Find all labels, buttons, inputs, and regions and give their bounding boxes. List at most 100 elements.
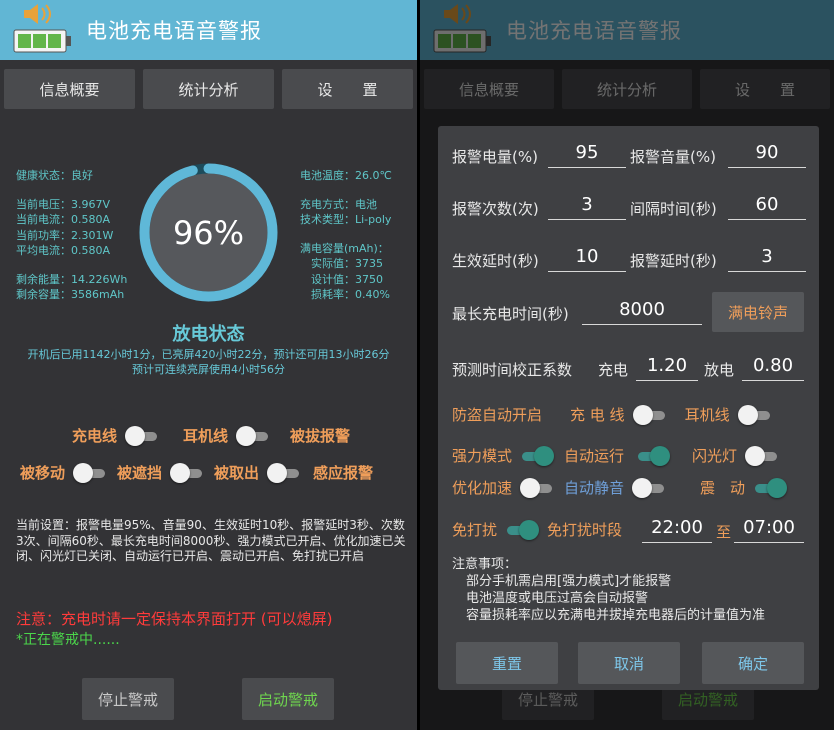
cable-toggle[interactable] xyxy=(632,404,667,425)
count-label: 报警次数(次) xyxy=(452,200,539,218)
discharge-coef-field[interactable]: 0.80 xyxy=(742,353,804,381)
flash-toggle[interactable] xyxy=(745,445,779,466)
reset-button[interactable]: 重置 xyxy=(456,642,558,684)
dnd-to-label: 至 xyxy=(716,523,732,541)
notes-title: 注意事项： xyxy=(452,557,518,572)
dnd-label: 免打扰 xyxy=(452,521,498,539)
sensor-alarm-label: 感应报警 xyxy=(313,464,374,482)
settings-screen: 电池充电语音警报 信息概要 统计分析 设 置 停止警戒 启动警戒 报警电量(%)… xyxy=(420,0,834,730)
battery-speaker-logo-icon xyxy=(13,4,71,53)
note-1: 部分手机需启用[强力模式]才能报警 xyxy=(466,574,672,589)
capacity-row: 剩余容量：3586mAh xyxy=(16,288,125,301)
start-guard-button[interactable]: 启动警戒 xyxy=(242,678,334,720)
health-row: 健康状态：良好 xyxy=(16,169,93,182)
full-ringtone-button[interactable]: 满电铃声 xyxy=(712,292,804,332)
temperature: 电池温度：26.0℃ xyxy=(300,169,392,182)
effect-delay-field[interactable]: 10 xyxy=(548,244,626,272)
cancel-button[interactable]: 取消 xyxy=(578,642,680,684)
dnd-end-field[interactable]: 07:00 xyxy=(734,515,804,543)
tab-statistics[interactable]: 统计分析 xyxy=(143,69,274,109)
volume-label: 报警音量(%) xyxy=(630,148,716,166)
switch-row-1: 充电线 耳机线 被拔报警 xyxy=(72,425,350,446)
actual-capacity: 实际值：3735 xyxy=(311,257,383,270)
vibrate-label: 震 动 xyxy=(700,479,746,497)
covered-toggle[interactable] xyxy=(170,462,204,483)
power-mode-label: 强力模式 xyxy=(452,447,513,465)
covered-label: 被遮挡 xyxy=(117,464,163,482)
app-title: 电池充电语音警报 xyxy=(86,19,262,43)
taken-toggle[interactable] xyxy=(267,462,301,483)
alerting-status: *正在警戒中...... xyxy=(16,632,120,648)
auto-mute-toggle[interactable] xyxy=(632,477,666,498)
stop-guard-button[interactable]: 停止警戒 xyxy=(82,678,174,720)
optimize-label: 优化加速 xyxy=(452,479,513,497)
ok-button[interactable]: 确定 xyxy=(702,642,804,684)
dnd-period-label: 免打扰时段 xyxy=(547,521,623,539)
anti-theft-label: 防盗自动开启 xyxy=(452,406,543,424)
usage-line-2: 预计可连续亮屏使用4小时56分 xyxy=(132,363,285,376)
power-row: 当前功率：2.301W xyxy=(16,228,114,242)
effect-delay-label: 生效延时(秒) xyxy=(452,252,539,270)
notes: 注意事项： 部分手机需启用[强力模式]才能报警 电池温度或电压过高会自动报警 容… xyxy=(452,556,765,624)
headphone-label: 耳机线 xyxy=(684,406,730,424)
optimize-toggle[interactable] xyxy=(520,477,554,498)
voltage-row: 当前电压：3.967V xyxy=(16,197,111,211)
interval-field[interactable]: 60 xyxy=(728,192,806,220)
alarm-delay-label: 报警延时(秒) xyxy=(630,252,717,270)
taken-label: 被取出 xyxy=(214,464,260,482)
note-2: 电池温度或电压过高会自动报警 xyxy=(466,591,649,606)
main-screen: 电池充电语音警报 信息概要 统计分析 设 置 健康状态：良好 当前电压：3.96… xyxy=(0,0,417,730)
charge-mode: 充电方式：电池 xyxy=(300,197,377,211)
vibrate-toggle[interactable] xyxy=(753,477,788,498)
auto-run-label: 自动运行 xyxy=(564,447,625,465)
max-charge-field[interactable]: 8000 xyxy=(582,297,702,325)
dnd-toggle[interactable] xyxy=(505,519,540,540)
tab-settings[interactable]: 设 置 xyxy=(282,69,413,109)
max-charge-label: 最长充电时间(秒) xyxy=(452,305,569,323)
headphone-label: 耳机线 xyxy=(183,427,229,445)
current-row: 当前电流：0.580A xyxy=(16,213,111,226)
current-settings-text: 当前设置：报警电量95%、音量90、生效延时10秒、报警延时3秒、次数3次、间隔… xyxy=(16,518,406,563)
auto-run-toggle[interactable] xyxy=(636,445,671,466)
correction-label: 预测时间校正系数 xyxy=(452,361,573,379)
moved-label: 被移动 xyxy=(20,464,66,482)
unplug-alarm-label: 被拔报警 xyxy=(290,427,351,445)
loss-rate: 损耗率：0.40% xyxy=(311,288,390,301)
info-right-panel: 电池温度：26.0℃ 充电方式：电池 技术类型：Li-poly 满电容量(mAh… xyxy=(300,168,392,303)
headphone-toggle[interactable] xyxy=(737,404,772,425)
warning-text: 注意：充电时请一定保持本界面打开 (可以熄屏) xyxy=(16,610,333,628)
dnd-start-field[interactable]: 22:00 xyxy=(642,515,712,543)
charge-cable-label: 充电线 xyxy=(72,427,118,445)
charge-coef-label: 充电 xyxy=(598,361,629,379)
design-capacity: 设计值：3750 xyxy=(311,272,383,286)
alarm-delay-field[interactable]: 3 xyxy=(728,244,806,272)
battery-state: 放电状态 xyxy=(172,324,245,345)
discharge-coef-label: 放电 xyxy=(704,361,735,379)
title-bar: 电池充电语音警报 xyxy=(0,0,417,60)
count-field[interactable]: 3 xyxy=(548,192,626,220)
mode-row-2: 优化加速 自动静音 震 动 xyxy=(452,477,795,498)
tab-overview[interactable]: 信息概要 xyxy=(4,69,135,109)
alarm-level-field[interactable]: 95 xyxy=(548,140,626,168)
battery-percent: 96% xyxy=(172,213,245,252)
charge-cable-toggle[interactable] xyxy=(125,425,159,446)
auto-mute-label: 自动静音 xyxy=(564,479,625,497)
alarm-level-label: 报警电量(%) xyxy=(452,148,538,166)
info-left-panel: 健康状态：良好 当前电压：3.967V 当前电流：0.580A 当前功率：2.3… xyxy=(16,168,127,303)
dnd-row: 免打扰 免打扰时段 xyxy=(452,519,622,540)
note-3: 容量损耗率应以充满电并拔掉充电器后的计量值为准 xyxy=(466,608,766,623)
charge-coef-field[interactable]: 1.20 xyxy=(636,353,698,381)
usage-line-1: 开机后已用1142小时1分，已亮屏420小时22分，预计还可用13小时26分 xyxy=(27,348,390,361)
anti-theft-row: 防盗自动开启 充 电 线 耳机线 xyxy=(452,404,780,425)
settings-dialog: 报警电量(%) 95 报警音量(%) 90 报警次数(次) 3 间隔时间(秒) … xyxy=(438,126,819,690)
battery-tech: 技术类型：Li-poly xyxy=(300,213,392,226)
avg-current-row: 平均电流：0.580A xyxy=(16,244,111,257)
flash-label: 闪光灯 xyxy=(692,447,738,465)
switch-row-2: 被移动 被遮挡 被取出 感应报警 xyxy=(20,462,373,483)
energy-row: 剩余能量：14.226Wh xyxy=(16,272,128,286)
moved-toggle[interactable] xyxy=(73,462,107,483)
headphone-toggle[interactable] xyxy=(236,425,270,446)
tab-bar: 信息概要 统计分析 设 置 xyxy=(4,69,413,109)
power-mode-toggle[interactable] xyxy=(520,445,555,466)
volume-field[interactable]: 90 xyxy=(728,140,806,168)
